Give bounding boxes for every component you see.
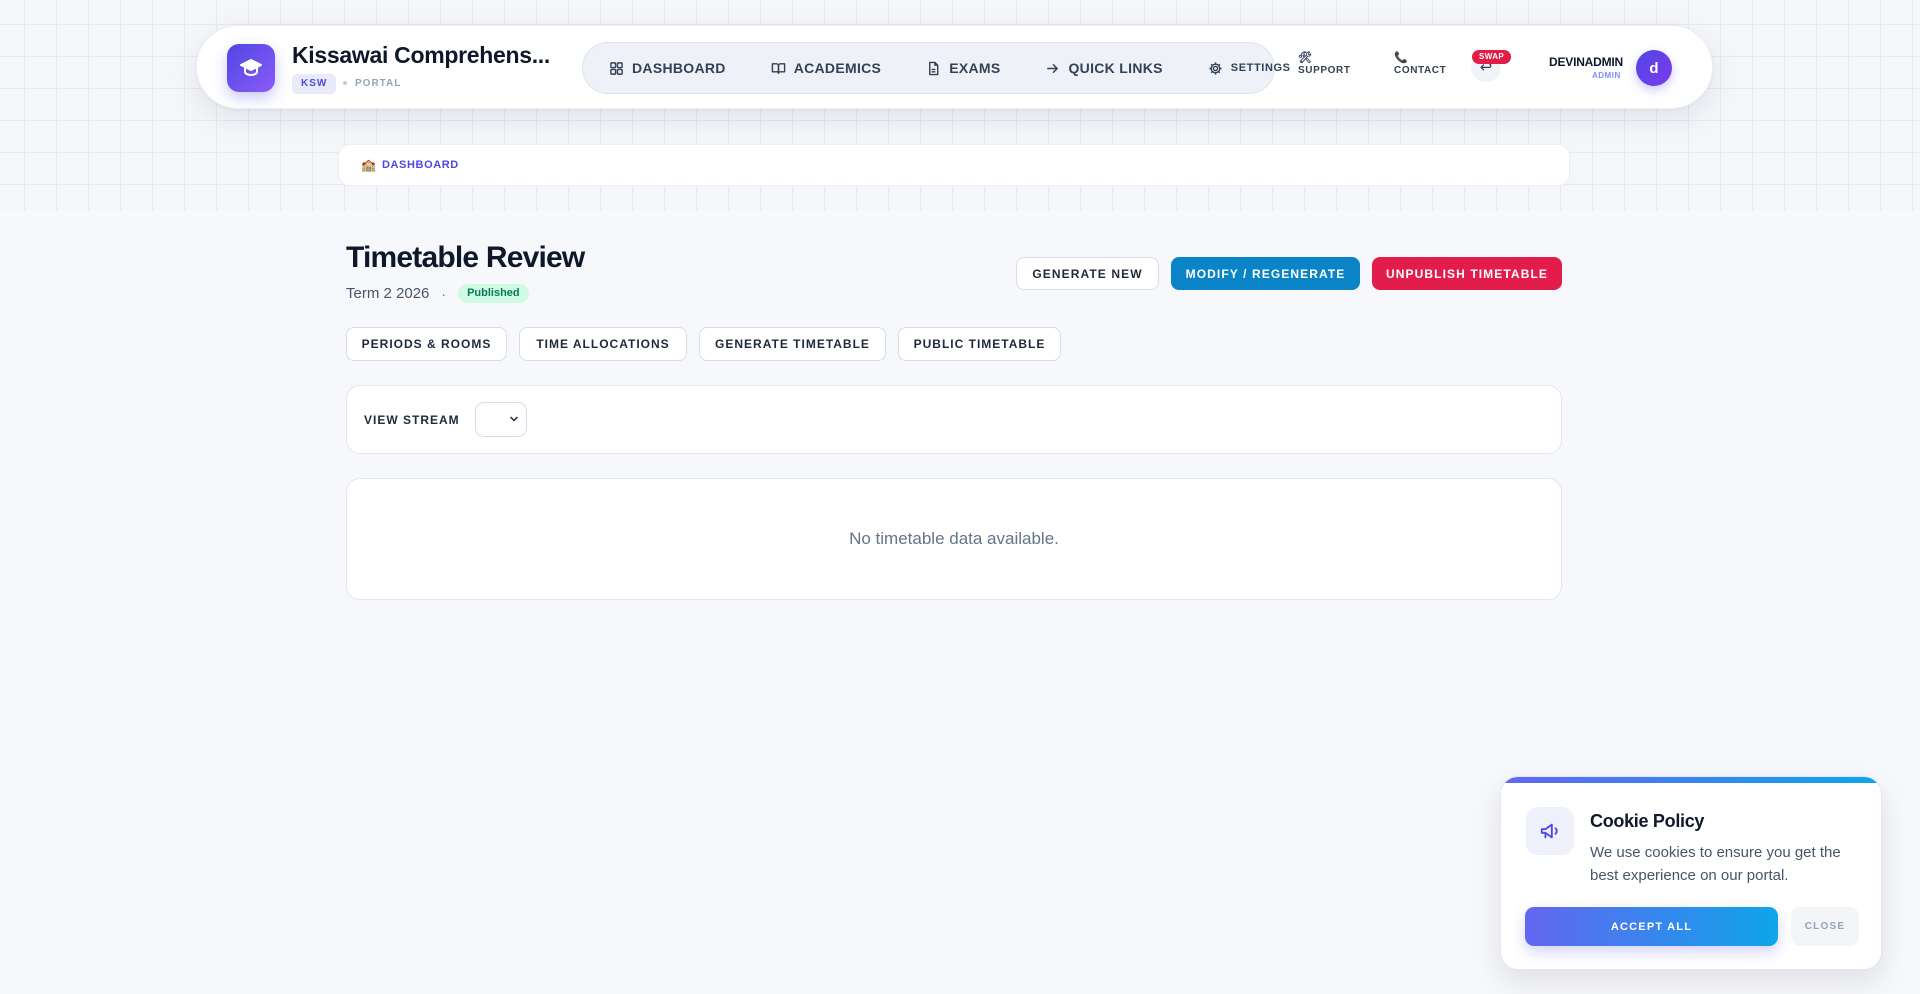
close-button[interactable]: CLOSE <box>1791 907 1859 946</box>
nav-dashboard-label: DASHBOARD <box>632 60 726 76</box>
school-building-icon: 🏫 <box>361 158 376 172</box>
modify-regenerate-button[interactable]: MODIFY / REGENERATE <box>1171 257 1360 290</box>
nav-settings-label: SETTINGS <box>1230 62 1291 74</box>
cookie-accent-bar <box>1501 777 1881 783</box>
grid-icon <box>610 61 623 75</box>
page-title: Timetable Review <box>346 241 585 274</box>
arrow-right-icon <box>1047 63 1059 73</box>
top-header: Kissawai Comprehens... KSW PORTAL DASHBO… <box>196 25 1713 109</box>
portal-tag: PORTAL <box>343 78 401 89</box>
avatar[interactable]: d <box>1636 50 1672 86</box>
user-role: ADMIN <box>1592 71 1621 80</box>
nav-academics-label: ACADEMICS <box>793 60 882 76</box>
breadcrumb: 🏫 DASHBOARD <box>338 144 1570 186</box>
tab-public-timetable[interactable]: PUBLIC TIMETABLE <box>898 327 1061 361</box>
nav-quick-links-label: QUICK LINKS <box>1068 60 1163 76</box>
tools-icon: 🛠 <box>1298 52 1313 64</box>
nav-academics[interactable]: ACADEMICS <box>771 60 881 76</box>
stream-filter-card: VIEW STREAM <box>346 385 1562 454</box>
stream-select[interactable] <box>474 402 527 437</box>
accept-all-button[interactable]: ACCEPT ALL <box>1525 907 1778 946</box>
cookie-popup: Cookie Policy We use cookies to ensure y… <box>1500 776 1882 970</box>
megaphone-icon <box>1526 807 1574 855</box>
nav-quick-links[interactable]: QUICK LINKS <box>1045 60 1162 76</box>
graduation-cap-icon[interactable] <box>227 44 275 92</box>
status-badge: Published <box>458 284 529 303</box>
book-icon <box>771 62 785 74</box>
school-code-badge: KSW <box>292 74 337 94</box>
nav-exams[interactable]: EXAMS <box>926 60 1000 76</box>
cookie-text: We use cookies to ensure you get the bes… <box>1590 844 1841 884</box>
contact-link[interactable]: 📞 CONTACT <box>1394 51 1446 76</box>
breadcrumb-dashboard-link[interactable]: DASHBOARD <box>382 159 459 171</box>
view-stream-label: VIEW STREAM <box>364 412 460 427</box>
generate-new-button[interactable]: GENERATE NEW <box>1016 257 1159 290</box>
empty-state-message: No timetable data available. <box>849 529 1059 548</box>
document-icon <box>929 61 939 75</box>
nav-settings[interactable]: SETTINGS <box>1208 61 1291 76</box>
term-text: Term 2 2026 <box>346 285 430 302</box>
tab-generate-timetable[interactable]: GENERATE TIMETABLE <box>699 327 886 361</box>
user-name: DEVINADMIN <box>1549 55 1624 69</box>
term-line: Term 2 2026 · Published <box>346 284 529 303</box>
unpublish-timetable-button[interactable]: UNPUBLISH TIMETABLE <box>1372 257 1562 290</box>
timetable-card: No timetable data available. <box>346 478 1562 600</box>
nav-dashboard[interactable]: DASHBOARD <box>609 60 726 76</box>
support-link[interactable]: 🛠 SUPPORT <box>1298 51 1351 76</box>
tab-time-allocations[interactable]: TIME ALLOCATIONS <box>519 327 687 361</box>
contact-label: CONTACT <box>1394 65 1447 76</box>
phone-icon: 📞 <box>1394 52 1409 64</box>
gear-icon <box>1209 61 1222 75</box>
chevron-down-icon <box>509 416 518 422</box>
support-label: SUPPORT <box>1298 65 1351 76</box>
nav-exams-label: EXAMS <box>949 60 1001 76</box>
tab-periods-rooms[interactable]: PERIODS & ROOMS <box>346 327 507 361</box>
swap-badge: SWAP <box>1472 50 1512 64</box>
separator-dot: · <box>441 285 447 302</box>
main-nav: DASHBOARD ACADEMICS EXAMS QUICK LINKS SE… <box>582 42 1290 94</box>
cookie-title: Cookie Policy <box>1590 811 1705 831</box>
school-name: Kissawai Comprehens... <box>292 42 550 68</box>
